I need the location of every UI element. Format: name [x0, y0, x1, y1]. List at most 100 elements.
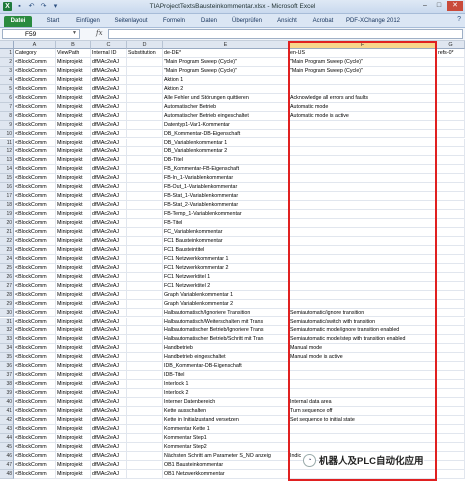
cell-d[interactable] [127, 326, 163, 336]
cell-a[interactable]: <BlockComm [14, 353, 56, 363]
row-header[interactable]: 24 [0, 254, 14, 264]
cell-e[interactable]: Datentyp1-Var1-Kommentar [163, 120, 289, 130]
cell-a[interactable]: <BlockComm [14, 129, 56, 139]
cell-d[interactable] [127, 469, 163, 479]
cell-b[interactable]: Miniprojekt [56, 272, 91, 282]
row-header[interactable]: 10 [0, 129, 14, 139]
cell-f[interactable] [289, 442, 437, 452]
cell-c[interactable]: dfMAc2eAJ [91, 290, 127, 300]
cell-e[interactable]: IDB_Kommentar-DB-Eigenschaft [163, 362, 289, 372]
cell-c[interactable]: dfMAc2eAJ [91, 415, 127, 425]
cell-b[interactable]: Miniprojekt [56, 236, 91, 246]
row-header[interactable]: 4 [0, 75, 14, 85]
cell-b[interactable]: Miniprojekt [56, 344, 91, 354]
cell-c[interactable]: dfMAc2eAJ [91, 129, 127, 139]
cell-d[interactable] [127, 165, 163, 175]
cell-g[interactable] [437, 174, 465, 184]
cell-e[interactable]: Nächsten Schritt am Parameter S_NO anzei… [163, 451, 289, 461]
cell-b[interactable]: Miniprojekt [56, 371, 91, 381]
cell-f[interactable] [289, 389, 437, 399]
cell-c[interactable]: dfMAc2eAJ [91, 138, 127, 148]
cell-b[interactable]: Miniprojekt [56, 120, 91, 130]
cell-f[interactable] [289, 219, 437, 228]
cell-b[interactable]: Miniprojekt [56, 129, 91, 139]
cell-g[interactable] [437, 398, 465, 407]
cell-g[interactable] [437, 469, 465, 479]
cell-f[interactable]: Semiautomatic mode/step with transition … [289, 335, 437, 345]
row-header[interactable]: 3 [0, 66, 14, 76]
cell-e[interactable]: FC1 Bausteintitel [163, 245, 289, 255]
cell-c[interactable]: dfMAc2eAJ [91, 156, 127, 166]
cell-g[interactable] [437, 201, 465, 211]
cell-c[interactable]: dfMAc2eAJ [91, 228, 127, 237]
cell-g[interactable] [437, 120, 465, 130]
cell-b[interactable]: Miniprojekt [56, 326, 91, 336]
cell-d[interactable] [127, 201, 163, 211]
cell-f[interactable]: Automatic mode [289, 102, 437, 112]
cell-d[interactable] [127, 102, 163, 112]
column-header-c[interactable]: C [91, 41, 127, 49]
cell-d[interactable] [127, 380, 163, 390]
cell-g[interactable] [437, 389, 465, 399]
cell-b[interactable]: ViewPath [56, 49, 91, 58]
cell-e[interactable]: Aktion 1 [163, 75, 289, 85]
row-header[interactable]: 38 [0, 380, 14, 390]
cell-a[interactable]: <BlockComm [14, 424, 56, 434]
cell-b[interactable]: Miniprojekt [56, 66, 91, 76]
row-header[interactable]: 5 [0, 84, 14, 94]
cell-a[interactable]: <BlockComm [14, 308, 56, 318]
cell-b[interactable]: Miniprojekt [56, 281, 91, 291]
fx-icon[interactable]: fx [96, 29, 103, 37]
cell-a[interactable]: Category [14, 49, 56, 58]
cell-a[interactable]: <BlockComm [14, 57, 56, 67]
row-header[interactable]: 19 [0, 210, 14, 220]
cell-d[interactable] [127, 147, 163, 157]
cell-d[interactable] [127, 272, 163, 282]
ribbon-tab-0[interactable]: Datei [4, 16, 32, 27]
cell-f[interactable] [289, 272, 437, 282]
cell-g[interactable] [437, 415, 465, 425]
row-header[interactable]: 2 [0, 57, 14, 67]
row-header[interactable]: 14 [0, 165, 14, 175]
cell-g[interactable] [437, 102, 465, 112]
cell-e[interactable]: DB-Titel [163, 156, 289, 166]
cell-f[interactable]: Automatic mode is active [289, 111, 437, 121]
cell-b[interactable]: Miniprojekt [56, 398, 91, 407]
cell-e[interactable]: Halbautomatisch/Ignoriere Transition [163, 308, 289, 318]
cell-c[interactable]: dfMAc2eAJ [91, 451, 127, 461]
cell-e[interactable]: de-DE* [163, 49, 289, 58]
ribbon-tab-9[interactable]: PDF-XChange 2012 [344, 16, 402, 27]
cell-a[interactable]: <BlockComm [14, 236, 56, 246]
cell-e[interactable]: Interlock 1 [163, 380, 289, 390]
cell-e[interactable]: FB-Titel [163, 219, 289, 228]
row-header[interactable]: 42 [0, 415, 14, 425]
cell-d[interactable] [127, 451, 163, 461]
row-header[interactable]: 16 [0, 183, 14, 193]
row-header[interactable]: 40 [0, 398, 14, 407]
close-button[interactable]: ✕ [447, 1, 463, 11]
column-header-f[interactable]: F [289, 41, 437, 49]
minimize-button[interactable]: – [419, 1, 431, 11]
cell-g[interactable] [437, 353, 465, 363]
cell-a[interactable]: <BlockComm [14, 290, 56, 300]
cell-e[interactable]: Automatischer Betrieb [163, 102, 289, 112]
cell-a[interactable]: <BlockComm [14, 219, 56, 228]
cell-g[interactable] [437, 263, 465, 273]
cell-c[interactable]: dfMAc2eAJ [91, 460, 127, 470]
cell-a[interactable]: <BlockComm [14, 111, 56, 121]
ribbon-tab-7[interactable]: Ansicht [272, 16, 302, 27]
cell-a[interactable]: <BlockComm [14, 317, 56, 327]
cell-b[interactable]: Miniprojekt [56, 442, 91, 452]
cell-a[interactable]: <BlockComm [14, 75, 56, 85]
cell-f[interactable] [289, 147, 437, 157]
cell-c[interactable]: dfMAc2eAJ [91, 362, 127, 372]
cell-f[interactable] [289, 183, 437, 193]
cell-f[interactable] [289, 120, 437, 130]
cell-c[interactable]: dfMAc2eAJ [91, 272, 127, 282]
cell-a[interactable]: <BlockComm [14, 469, 56, 479]
cell-a[interactable]: <BlockComm [14, 371, 56, 381]
name-box-dropdown-icon[interactable]: ▼ [72, 30, 77, 36]
cell-e[interactable]: Halbautomatisch/Weiterschalten mit Trans [163, 317, 289, 327]
cell-c[interactable]: dfMAc2eAJ [91, 102, 127, 112]
cell-c[interactable]: dfMAc2eAJ [91, 57, 127, 67]
